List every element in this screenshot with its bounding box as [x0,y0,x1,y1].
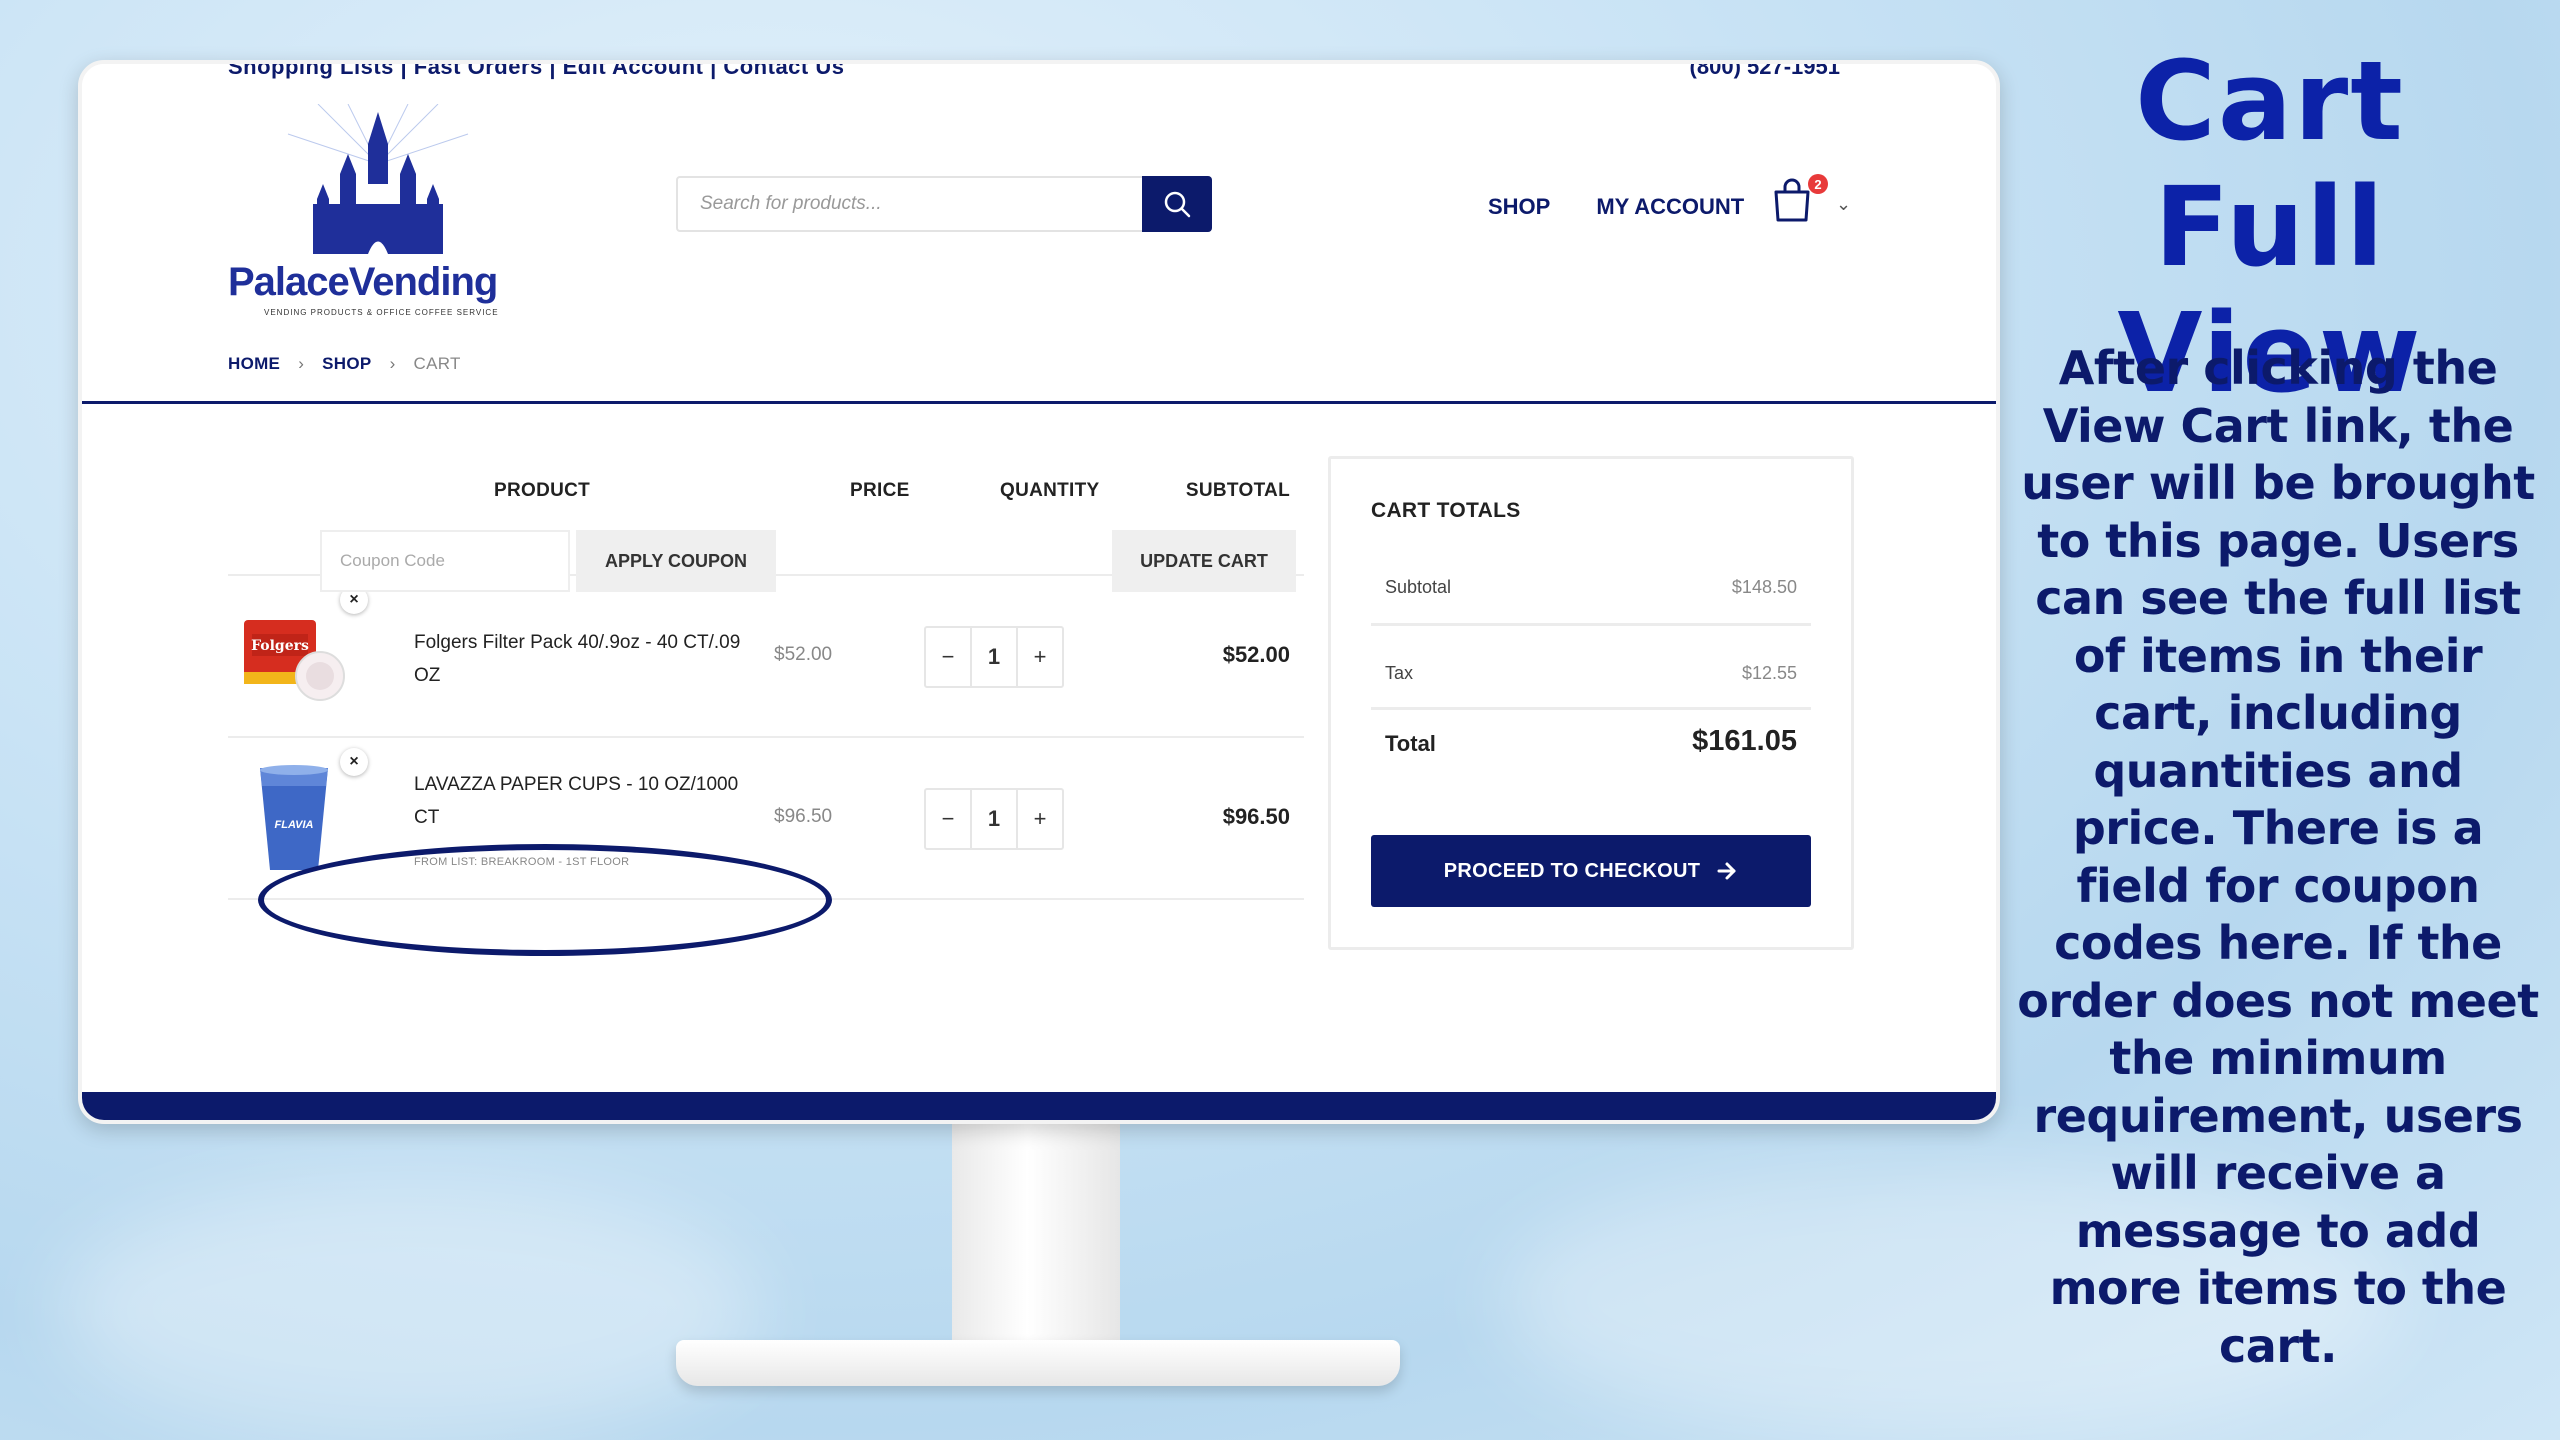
totals-row-tax: Tax $12.55 [1371,645,1811,705]
coupon-code-input[interactable] [320,530,570,592]
product-price: $52.00 [774,644,833,665]
svg-text:FLAVIA: FLAVIA [275,819,314,831]
remove-item-button[interactable]: × [340,748,368,776]
table-row: Folgers × Folgers Filter Pack 40/.9oz - … [228,576,1304,738]
quantity-stepper: − 1 + [924,788,1064,850]
search-button[interactable] [1142,176,1212,232]
quantity-increment-button[interactable]: + [1018,628,1062,686]
totals-divider [1371,623,1811,626]
proceed-to-checkout-button[interactable]: PROCEED TO CHECKOUT [1371,835,1811,907]
logo-tagline: VENDING PRODUCTS & OFFICE COFFEE SERVICE [264,308,499,317]
update-cart-button[interactable]: UPDATE CART [1112,530,1296,592]
monitor-bottom-bar [82,1092,1996,1120]
search-input[interactable] [678,178,1148,230]
quantity-increment-button[interactable]: + [1018,790,1062,848]
search-icon [1164,191,1191,218]
nav-my-account[interactable]: MY ACCOUNT [1596,194,1744,220]
nav-shop[interactable]: SHOP [1488,194,1550,220]
breadcrumb: HOME › SHOP › CART [228,354,461,374]
product-name[interactable]: Folgers Filter Pack 40/.9oz - 40 CT/.09 … [414,626,744,692]
product-price: $96.50 [774,806,833,827]
product-name[interactable]: LAVAZZA PAPER CUPS - 10 OZ/1000 CT [414,768,744,834]
site-logo[interactable]: PalaceVending VENDING PRODUCTS & OFFICE … [228,103,499,320]
quantity-stepper: − 1 + [924,626,1064,688]
table-row: FLAVIA × LAVAZZA PAPER CUPS - 10 OZ/1000… [228,738,1304,900]
quantity-decrement-button[interactable]: − [926,628,970,686]
chevron-down-icon[interactable]: ⌄ [1836,194,1851,215]
slide-description: After clicking the View Cart link, the u… [2017,341,2539,1373]
column-header-price: PRICE [850,480,910,501]
search-bar [676,176,1212,232]
breadcrumb-separator-icon: › [389,354,396,373]
cart-totals-panel: CART TOTALS Subtotal $148.50 Tax $12.55 … [1328,456,1854,950]
main-nav: SHOP MY ACCOUNT [1488,194,1744,220]
totals-divider [1371,707,1811,710]
background-cloud [60,1180,760,1440]
breadcrumb-current: CART [413,354,461,373]
product-thumbnail-cups[interactable]: FLAVIA [238,762,350,874]
cart-count-badge: 2 [1808,174,1828,194]
tax-value: $12.55 [1741,663,1797,683]
breadcrumb-shop[interactable]: SHOP [322,354,371,374]
monitor-stand-neck [952,1124,1120,1360]
total-value: $161.05 [1692,725,1797,757]
cart-totals-title: CART TOTALS [1371,499,1521,522]
breadcrumb-separator-icon: › [298,354,305,373]
product-subtotal: $96.50 [1222,804,1290,829]
slide-title-line1: Cart [2135,37,2405,165]
totals-row-total: Total $161.05 [1371,717,1811,777]
castle-logo-icon [287,103,469,254]
header-divider [82,401,1996,404]
arrow-right-icon [1717,862,1736,880]
product-list-note: FROM LIST: BREAKROOM - 1ST FLOOR [414,856,630,868]
monitor-screen: Shopping Lists | Fast Orders | Edit Acco… [78,60,2000,1124]
quantity-input[interactable]: 1 [970,628,1018,686]
svg-text:Folgers: Folgers [251,638,309,654]
checkout-label: PROCEED TO CHECKOUT [1443,859,1701,882]
monitor-stand-base [676,1340,1400,1386]
utility-bar: Shopping Lists | Fast Orders | Edit Acco… [82,64,1996,88]
apply-coupon-button[interactable]: APPLY COUPON [576,530,776,592]
breadcrumb-home[interactable]: HOME [228,354,280,374]
totals-row-subtotal: Subtotal $148.50 [1371,559,1811,619]
total-label: Total [1385,731,1436,756]
utility-links[interactable]: Shopping Lists | Fast Orders | Edit Acco… [228,64,844,80]
product-subtotal: $52.00 [1222,642,1290,667]
row-divider [228,898,1304,900]
logo-wordmark: PalaceVending [228,260,498,304]
quantity-input[interactable]: 1 [970,790,1018,848]
phone-number[interactable]: (800) 527-1951 [1690,64,1840,80]
product-thumbnail-folgers[interactable]: Folgers [238,600,350,712]
subtotal-label: Subtotal [1385,577,1452,597]
subtotal-value: $148.50 [1731,577,1797,597]
column-header-subtotal: SUBTOTAL [1185,480,1290,501]
tax-label: Tax [1385,663,1414,683]
column-header-product: PRODUCT [494,480,591,501]
quantity-decrement-button[interactable]: − [926,790,970,848]
column-header-quantity: QUANTITY [1000,480,1100,501]
